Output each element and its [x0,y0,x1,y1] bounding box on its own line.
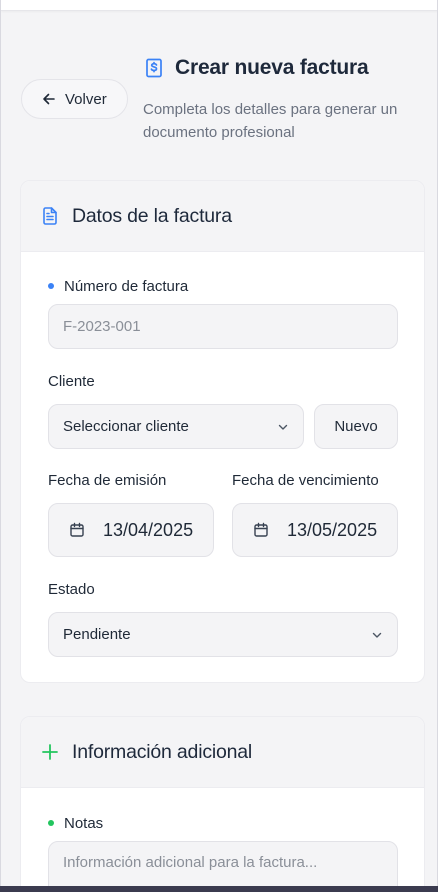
plus-icon [42,744,58,760]
due-date-label: Fecha de vencimiento [232,472,379,489]
invoice-card-title: Datos de la factura [72,204,232,227]
issue-date-input[interactable]: 13/04/2025 [48,503,214,557]
client-label: Cliente [48,373,95,390]
calendar-icon [254,522,268,537]
due-date-input[interactable]: 13/05/2025 [232,503,398,557]
app-screen: Volver Crear nueva factura Completa los … [0,0,438,886]
additional-info-card: Información adicional Notas Información … [20,716,425,886]
document-icon [43,207,57,225]
new-client-button[interactable]: Nuevo [314,404,398,449]
chevron-down-icon [372,632,382,638]
arrow-left-icon [43,93,55,105]
additional-card-title: Información adicional [72,740,253,763]
additional-card-header: Información adicional [21,717,424,788]
notes-label: Notas [48,815,103,832]
invoice-data-card: Datos de la factura Número de factura F-… [20,180,425,683]
client-select-value: Seleccionar cliente [63,418,189,435]
page-subtitle: Completa los detalles para generar un do… [143,101,398,141]
top-bar [1,0,437,11]
notes-textarea[interactable]: Información adicional para la factura... [48,841,398,886]
back-button-label: Volver [65,90,107,108]
page-header: Crear nueva factura Completa los detalle… [143,55,433,144]
invoice-number-input[interactable]: F-2023-001 [48,304,398,349]
invoice-card-header: Datos de la factura [21,181,424,252]
invoice-number-label: Número de factura [48,278,188,295]
chevron-down-icon [278,424,288,430]
issue-date-label: Fecha de emisión [48,472,167,489]
back-button[interactable]: Volver [21,79,128,119]
status-select[interactable]: Pendiente [48,612,398,657]
status-label: Estado [48,581,95,598]
page-title: Crear nueva factura [175,56,369,79]
status-select-value: Pendiente [63,626,131,643]
issue-date-value: 13/04/2025 [103,519,194,540]
required-dot [48,820,54,827]
due-date-value: 13/05/2025 [287,519,378,540]
invoice-dollar-icon [146,58,162,78]
required-dot [48,283,54,290]
client-select[interactable]: Seleccionar cliente [48,404,304,449]
calendar-icon [70,522,84,537]
